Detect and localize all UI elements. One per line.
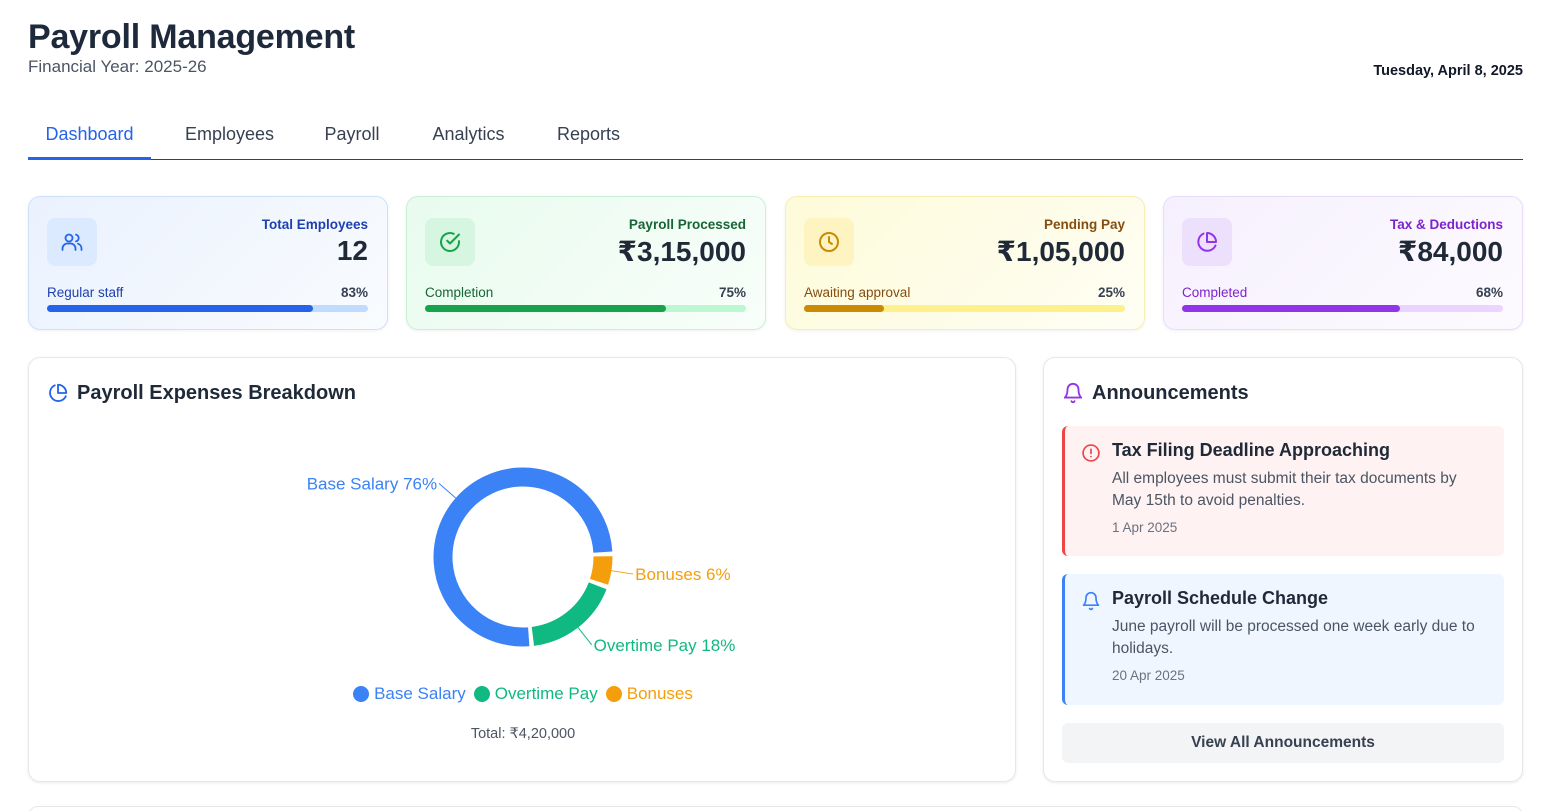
page-header: Payroll Management Financial Year: 2025-… xyxy=(28,18,1523,88)
stat-foot-label: Awaiting approval xyxy=(804,285,911,300)
pie-chart-icon xyxy=(1182,218,1232,266)
donut-chart: Base Salary 76% Overtime Pay 18% Bonuses 6… xyxy=(307,467,736,655)
page-title: Payroll Management xyxy=(28,18,356,56)
stat-value: 12 xyxy=(336,235,368,266)
stat-foot-label: Completion xyxy=(425,285,494,300)
progress-bar xyxy=(425,305,746,312)
announcement-date: 1 Apr 2025 xyxy=(1112,520,1178,535)
legend-swatch xyxy=(605,686,622,702)
bell-icon xyxy=(1081,591,1101,616)
announcement-body: All employees must submit their tax docu… xyxy=(1112,470,1457,509)
tab-bar: Dashboard Employees Payroll Analytics Re… xyxy=(28,112,1523,160)
tab-dashboard[interactable]: Dashboard xyxy=(28,112,151,160)
stat-foot-label: Completed xyxy=(1182,285,1248,300)
slice-label: Base Salary 76% xyxy=(307,475,437,494)
progress-bar xyxy=(47,305,368,312)
stat-label: Pending Pay xyxy=(1043,217,1125,232)
payroll-breakdown-panel: Payroll Expenses Breakdown Base Salary 7… xyxy=(28,357,1016,782)
tab-employees[interactable]: Employees xyxy=(151,112,308,160)
legend-item[interactable]: Bonuses xyxy=(605,684,693,704)
tab-analytics[interactable]: Analytics xyxy=(396,112,541,160)
stat-card-tax-deductions: Tax & Deductions ₹84,000 Completed 68% xyxy=(1163,196,1523,330)
stat-percent: 68% xyxy=(1475,285,1503,300)
label-leader-line xyxy=(611,570,634,575)
slice-label: Bonuses 6% xyxy=(635,565,730,584)
donut-slice-bonuses[interactable] xyxy=(589,556,613,585)
label-leader-line xyxy=(438,483,456,499)
announcement-body: June payroll will be processed one week … xyxy=(1112,618,1475,657)
tab-reports[interactable]: Reports xyxy=(541,112,636,160)
announcements-panel: Announcements Tax Filing Deadline Approa… xyxy=(1043,357,1523,782)
next-section-edge xyxy=(28,806,1523,811)
stat-foot-label: Regular staff xyxy=(47,285,124,300)
legend-label: Base Salary xyxy=(374,684,466,703)
progress-fill xyxy=(425,305,666,312)
alert-circle-icon xyxy=(1081,443,1101,468)
announcement-date: 20 Apr 2025 xyxy=(1112,668,1185,683)
stat-percent: 75% xyxy=(718,285,746,300)
view-all-announcements-button[interactable]: View All Announcements xyxy=(1062,723,1504,763)
announcement-item[interactable]: Payroll Schedule Change June payroll wil… xyxy=(1062,574,1504,705)
progress-fill xyxy=(1182,305,1401,312)
progress-bar xyxy=(804,305,1125,312)
bell-icon xyxy=(1062,382,1084,409)
payroll-total: Total: ₹4,20,000 xyxy=(470,726,576,742)
users-icon xyxy=(47,218,97,266)
stat-card-pending-pay: Pending Pay ₹1,05,000 Awaiting approval 2… xyxy=(785,196,1145,330)
check-circle-icon xyxy=(425,218,475,266)
announcement-title: Tax Filing Deadline Approaching xyxy=(1112,440,1391,460)
stat-value: ₹84,000 xyxy=(1397,236,1503,267)
stat-label: Payroll Processed xyxy=(628,217,746,232)
legend-item[interactable]: Base Salary xyxy=(353,684,466,704)
stat-value: ₹3,15,000 xyxy=(617,236,746,267)
progress-bar xyxy=(1182,305,1503,312)
current-date: Tuesday, April 8, 2025 xyxy=(1373,63,1523,79)
tab-payroll[interactable]: Payroll xyxy=(308,112,396,160)
stat-label: Total Employees xyxy=(261,217,368,232)
legend-item[interactable]: Overtime Pay xyxy=(473,684,598,704)
stat-label: Tax & Deductions xyxy=(1389,217,1503,232)
label-leader-line xyxy=(577,627,593,646)
stat-percent: 83% xyxy=(340,285,368,300)
donut-slice-overtime-pay[interactable] xyxy=(531,582,607,646)
legend-swatch xyxy=(473,686,490,702)
stat-value: ₹1,05,000 xyxy=(996,236,1125,267)
legend-label: Bonuses xyxy=(626,684,693,703)
stat-card-total-employees: Total Employees 12 Regular staff 83% xyxy=(28,196,388,330)
financial-year: Financial Year: 2025-26 xyxy=(28,57,207,76)
chart-legend: Base Salary Overtime Pay Bonuses xyxy=(29,684,1017,707)
legend-label: Overtime Pay xyxy=(494,684,598,703)
progress-fill xyxy=(47,305,314,312)
announcements-title: Announcements xyxy=(1092,382,1249,404)
announcement-title: Payroll Schedule Change xyxy=(1112,588,1329,608)
stats-row: Total Employees 12 Regular staff 83% Payr… xyxy=(28,196,1524,330)
stat-percent: 25% xyxy=(1097,285,1125,300)
stat-card-payroll-processed: Payroll Processed ₹3,15,000 Completion 75… xyxy=(406,196,766,330)
legend-swatch xyxy=(353,686,370,702)
announcement-item[interactable]: Tax Filing Deadline Approaching All empl… xyxy=(1062,426,1504,556)
clock-icon xyxy=(804,218,854,266)
progress-fill xyxy=(804,305,885,312)
slice-label: Overtime Pay 18% xyxy=(594,636,736,655)
